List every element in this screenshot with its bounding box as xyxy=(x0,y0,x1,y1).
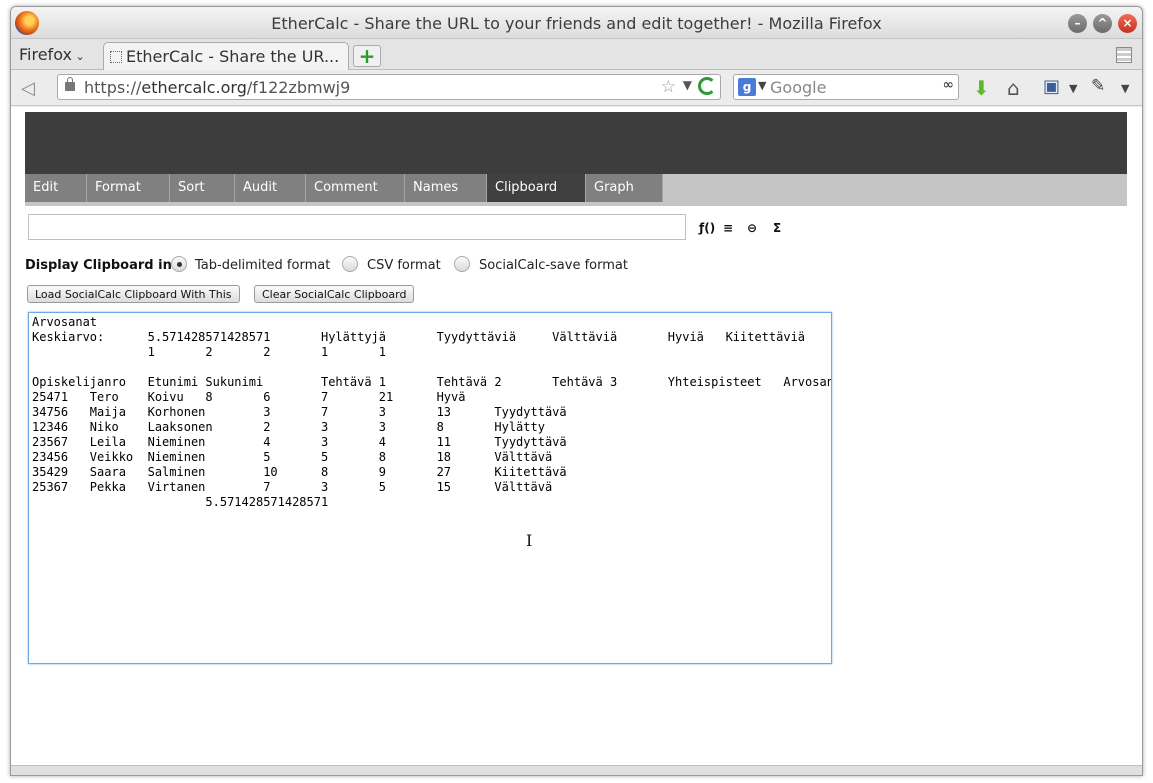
tab-delimited-radio[interactable] xyxy=(171,256,187,272)
page-content: Edit Format Sort Audit Comment Names Cli… xyxy=(11,107,1142,767)
browser-tab[interactable]: EtherCalc - Share the UR... xyxy=(103,42,349,70)
socialcalc-save-label[interactable]: SocialCalc-save format xyxy=(479,258,628,273)
back-arrow-icon[interactable]: ◁ xyxy=(21,78,35,99)
chevron-down-icon[interactable]: ▼ xyxy=(758,79,766,92)
url-scheme: https:// xyxy=(84,78,142,97)
firefox-menu-button[interactable]: Firefox ⌄ xyxy=(19,45,85,64)
tab-format[interactable]: Format xyxy=(87,174,170,202)
title-bar: EtherCalc - Share the URL to your friend… xyxy=(11,7,1142,39)
csv-radio[interactable] xyxy=(342,256,358,272)
sum-icon[interactable]: Σ xyxy=(773,221,781,235)
clear-clipboard-button[interactable]: Clear SocialCalc Clipboard xyxy=(254,285,415,303)
socialcalc-save-radio[interactable] xyxy=(454,256,470,272)
url-bar[interactable]: https://ethercalc.org/f122zbmwj9 ☆ ▼ xyxy=(57,74,721,100)
minimize-button[interactable]: – xyxy=(1068,14,1087,33)
url-path: /f122zbmwj9 xyxy=(246,78,351,97)
chevron-down-icon[interactable]: ▼ xyxy=(683,78,692,92)
bookmarks-icon[interactable]: ▣ xyxy=(1043,76,1060,97)
load-clipboard-button[interactable]: Load SocialCalc Clipboard With This xyxy=(27,285,240,303)
url-host: ethercalc.org xyxy=(141,78,247,97)
ethercalc-header xyxy=(25,112,1127,174)
new-tab-button[interactable]: + xyxy=(353,45,381,67)
tab-names[interactable]: Names xyxy=(405,174,487,202)
tab-graph[interactable]: Graph xyxy=(586,174,663,202)
firefox-menu-label: Firefox xyxy=(19,45,72,64)
maximize-button[interactable]: ^ xyxy=(1093,14,1112,33)
clipboard-textarea[interactable]: Arvosanat Keskiarvo: 5.571428571428571 H… xyxy=(28,312,832,664)
multiline-icon[interactable]: ≡ xyxy=(723,221,733,235)
display-clipboard-label: Display Clipboard in: xyxy=(25,258,178,273)
browser-window: EtherCalc - Share the URL to your friend… xyxy=(10,6,1143,776)
chevron-down-icon: ⌄ xyxy=(71,50,85,63)
tab-edit[interactable]: Edit xyxy=(25,174,87,202)
tab-delimited-label[interactable]: Tab-delimited format xyxy=(195,258,330,273)
google-engine-icon[interactable]: g xyxy=(738,78,756,96)
eyedropper-icon[interactable]: ✎ xyxy=(1091,76,1105,96)
tab-sort[interactable]: Sort xyxy=(170,174,235,202)
window-title: EtherCalc - Share the URL to your friend… xyxy=(271,14,882,33)
close-button[interactable]: × xyxy=(1118,14,1137,33)
binoculars-icon[interactable]: ∞ xyxy=(942,77,954,93)
lock-icon xyxy=(65,77,75,91)
formula-input[interactable] xyxy=(28,214,686,240)
reload-icon[interactable] xyxy=(698,77,716,95)
home-icon[interactable]: ⌂ xyxy=(1007,76,1020,100)
tab-bar: Firefox ⌄ EtherCalc - Share the UR... + xyxy=(11,39,1142,70)
tab-groups-icon[interactable] xyxy=(1116,47,1132,63)
chevron-down-icon[interactable]: ▼ xyxy=(1069,82,1077,95)
search-bar[interactable]: g ▼ Google ∞ xyxy=(733,74,959,100)
tab-clipboard[interactable]: Clipboard xyxy=(487,174,586,202)
chevron-down-icon[interactable]: ▼ xyxy=(1121,82,1129,95)
csv-label[interactable]: CSV format xyxy=(367,258,441,273)
search-input[interactable]: Google xyxy=(770,78,826,97)
page-favicon-icon xyxy=(110,51,122,63)
download-arrow-icon[interactable]: ⬇ xyxy=(973,76,990,100)
navigation-bar: ◁ https://ethercalc.org/f122zbmwj9 ☆ ▼ g… xyxy=(11,70,1142,106)
function-icon[interactable]: ƒ() xyxy=(699,221,715,235)
tab-audit[interactable]: Audit xyxy=(235,174,306,202)
link-icon[interactable]: ⊖ xyxy=(747,221,757,235)
browser-tab-title: EtherCalc - Share the UR... xyxy=(126,47,340,66)
status-bar xyxy=(11,765,1142,775)
tab-comment[interactable]: Comment xyxy=(306,174,405,202)
text-cursor-icon: I xyxy=(526,531,533,550)
bookmark-star-icon[interactable]: ☆ xyxy=(661,77,676,97)
ethercalc-tab-bar: Edit Format Sort Audit Comment Names Cli… xyxy=(25,174,1127,206)
